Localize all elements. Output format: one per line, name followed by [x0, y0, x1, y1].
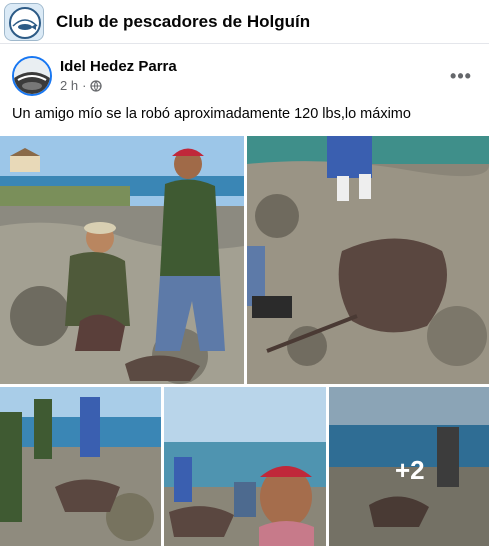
author-avatar[interactable]: [12, 56, 52, 96]
post-header: Idel Hedez Parra 2 h · •••: [0, 52, 489, 100]
club-logo-icon[interactable]: [4, 3, 44, 41]
post-photo-4[interactable]: [164, 387, 326, 546]
post-meta: 2 h ·: [60, 78, 103, 93]
globe-icon: [90, 79, 103, 92]
post-photo-3[interactable]: [0, 387, 161, 546]
post-photo-2[interactable]: [247, 136, 489, 384]
post-text: Un amigo mío se la robó aproximadamente …: [12, 106, 411, 122]
group-name[interactable]: Club de pescadores de Holguín: [56, 12, 310, 32]
group-header: Club de pescadores de Holguín: [0, 0, 489, 44]
post-photo-1[interactable]: [0, 136, 244, 384]
more-photos-count[interactable]: +2: [395, 455, 425, 486]
more-options-icon[interactable]: •••: [447, 62, 475, 90]
post-photo-5[interactable]: +2: [329, 387, 489, 546]
post-time[interactable]: 2 h: [60, 78, 78, 93]
meta-separator: ·: [82, 78, 87, 93]
author-name[interactable]: Idel Hedez Parra: [60, 58, 177, 75]
